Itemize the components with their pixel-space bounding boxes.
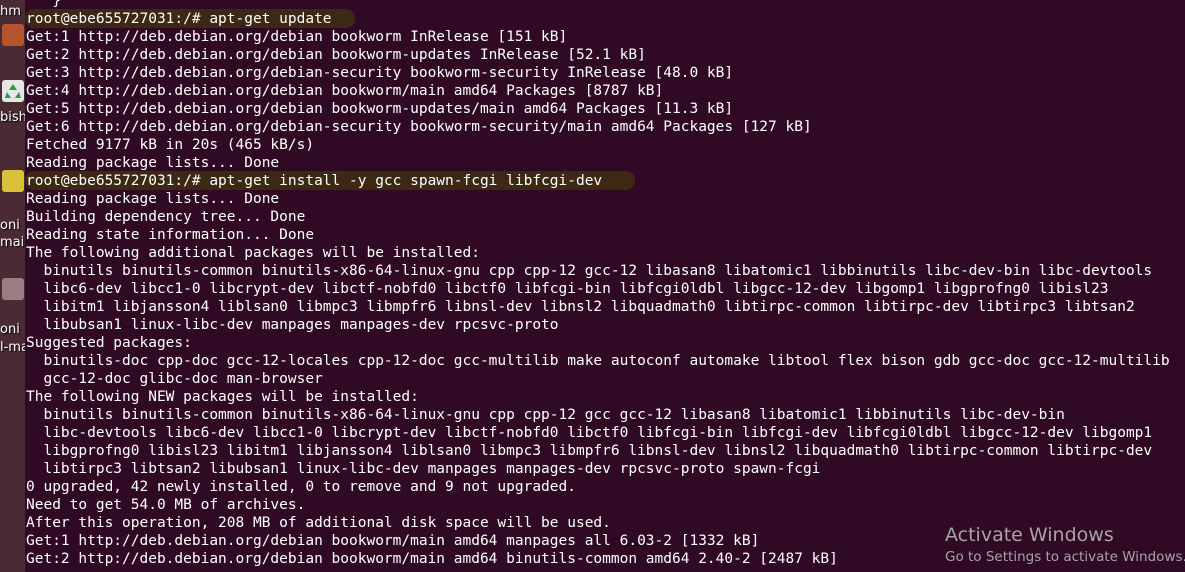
activate-windows-subtitle: Go to Settings to activate Windows. [945, 549, 1185, 565]
terminal-line: Get:3 http://deb.debian.org/debian-secur… [26, 65, 734, 81]
desktop-label: oni [0, 218, 20, 233]
terminal-line: 0 upgraded, 42 newly installed, 0 to rem… [26, 479, 576, 495]
terminal-line: Get:1 http://deb.debian.org/debian bookw… [26, 533, 760, 549]
activate-windows-title: Activate Windows [945, 524, 1114, 546]
terminal-window[interactable]: } root@ebe655727031:/# apt-get update Ge… [25, 0, 1185, 572]
desktop-icon-strip: hm bish oni main oni l-ma [0, 0, 25, 572]
terminal-line: Building dependency tree... Done [26, 209, 306, 225]
terminal-line: libc6-dev libcc1-0 libcrypt-dev libctf-n… [26, 281, 1109, 297]
terminal-line: Need to get 54.0 MB of archives. [26, 497, 306, 513]
terminal-line: libitm1 libjansson4 liblsan0 libmpc3 lib… [26, 299, 1135, 315]
archive-icon[interactable] [2, 170, 24, 192]
terminal-line: gcc-12-doc glibc-doc man-browser [26, 371, 323, 387]
terminal-line: Get:4 http://deb.debian.org/debian bookw… [26, 83, 664, 99]
recycle-symbol-icon [5, 84, 21, 98]
recycle-bin-icon[interactable] [2, 80, 24, 102]
terminal-line: After this operation, 208 MB of addition… [26, 515, 611, 531]
terminal-line: Get:6 http://deb.debian.org/debian-secur… [26, 119, 812, 135]
folder-icon[interactable] [2, 278, 24, 300]
terminal-line: Reading package lists... Done [26, 191, 280, 207]
command-prompt-line: root@ebe655727031:/# apt-get update [26, 11, 332, 27]
desktop-label: l-ma [0, 340, 25, 355]
command-prompt-line: root@ebe655727031:/# apt-get install -y … [26, 173, 603, 189]
desktop-label: oni [0, 322, 20, 337]
terminal-line: Get:2 http://deb.debian.org/debian bookw… [26, 551, 838, 567]
terminal-line: The following NEW packages will be insta… [26, 389, 419, 405]
terminal-line: Get:5 http://deb.debian.org/debian bookw… [26, 101, 734, 117]
desktop-label: hm [0, 4, 21, 19]
terminal-line: libgprofng0 libisl23 libitm1 libjansson4… [26, 443, 1153, 459]
terminal-line: Get:2 http://deb.debian.org/debian bookw… [26, 47, 646, 63]
terminal-line: libubsan1 linux-libc-dev manpages manpag… [26, 317, 559, 333]
terminal-line: } [26, 0, 61, 9]
terminal-line: Fetched 9177 kB in 20s (465 kB/s) [26, 137, 315, 153]
terminal-line: The following additional packages will b… [26, 245, 480, 261]
terminal-line: libc-devtools libc6-dev libcc1-0 libcryp… [26, 425, 1153, 441]
terminal-line: Reading package lists... Done [26, 155, 280, 171]
folder-icon[interactable] [2, 24, 24, 46]
terminal-line: Reading state information... Done [26, 227, 315, 243]
terminal-line: Get:1 http://deb.debian.org/debian bookw… [26, 29, 568, 45]
terminal-line: binutils binutils-common binutils-x86-64… [26, 407, 1065, 423]
terminal-line: binutils-doc cpp-doc gcc-12-locales cpp-… [26, 353, 1170, 369]
terminal-line: binutils binutils-common binutils-x86-64… [26, 263, 1153, 279]
desktop-label: bish [0, 110, 25, 125]
terminal-line: libtirpc3 libtsan2 libubsan1 linux-libc-… [26, 461, 821, 477]
desktop-label: main [0, 235, 25, 250]
terminal-line: Suggested packages: [26, 335, 192, 351]
